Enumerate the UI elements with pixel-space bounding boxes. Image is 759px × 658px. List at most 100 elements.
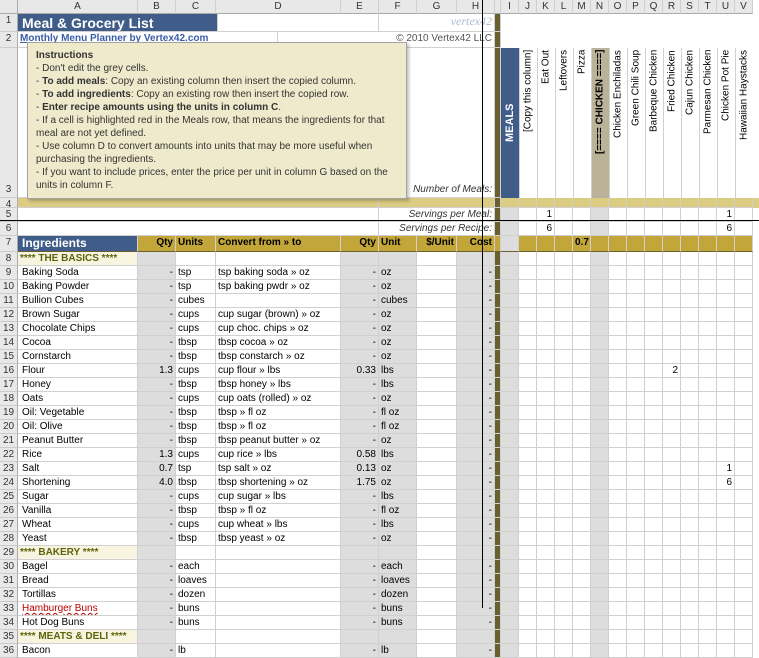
ingredient-units[interactable] — [176, 546, 216, 560]
recipe-cell[interactable] — [573, 350, 591, 364]
recipe-cell[interactable] — [663, 546, 681, 560]
recipe-cell[interactable] — [555, 406, 573, 420]
recipe-cell[interactable] — [519, 252, 537, 266]
recipe-cell[interactable] — [609, 504, 627, 518]
recipe-cell[interactable] — [519, 532, 537, 546]
recipe-cell[interactable] — [519, 574, 537, 588]
recipe-cell[interactable] — [537, 588, 555, 602]
ingredient-units[interactable]: cups — [176, 392, 216, 406]
recipe-cell[interactable] — [699, 504, 717, 518]
ingredient-name[interactable]: Cocoa — [18, 336, 138, 350]
recipe-cell[interactable] — [681, 476, 699, 490]
recipe-cell[interactable] — [591, 308, 609, 322]
recipe-cell[interactable] — [627, 378, 645, 392]
recipe-cell[interactable] — [645, 322, 663, 336]
recipe-cell[interactable] — [609, 392, 627, 406]
recipe-cell[interactable] — [609, 476, 627, 490]
recipe-cell[interactable] — [609, 518, 627, 532]
meal-column-header[interactable]: Barbeque Chicken — [645, 48, 663, 198]
recipe-cell[interactable] — [519, 504, 537, 518]
recipe-cell[interactable] — [663, 518, 681, 532]
ingredient-name[interactable]: Baking Soda — [18, 266, 138, 280]
recipe-cell[interactable] — [609, 644, 627, 658]
recipe-cell[interactable] — [627, 588, 645, 602]
recipe-cell[interactable] — [555, 504, 573, 518]
recipe-cell[interactable] — [519, 448, 537, 462]
ingredient-units[interactable]: cups — [176, 448, 216, 462]
recipe-cell[interactable] — [663, 420, 681, 434]
recipe-cell[interactable] — [609, 406, 627, 420]
recipe-cell[interactable] — [663, 252, 681, 266]
recipe-cell[interactable] — [519, 462, 537, 476]
recipe-cell[interactable] — [699, 574, 717, 588]
recipe-cell[interactable] — [573, 616, 591, 630]
recipe-cell[interactable] — [537, 336, 555, 350]
meal-column-header[interactable]: Hawaiian Haystacks — [735, 48, 753, 198]
ingredient-convert[interactable] — [216, 560, 341, 574]
recipe-cell[interactable] — [609, 434, 627, 448]
recipe-cell[interactable] — [645, 644, 663, 658]
ingredient-name[interactable]: Shortening — [18, 476, 138, 490]
recipe-cell[interactable] — [627, 560, 645, 574]
recipe-cell[interactable] — [627, 350, 645, 364]
recipe-cell[interactable] — [717, 392, 735, 406]
ingredient-units[interactable]: cups — [176, 490, 216, 504]
recipe-cell[interactable] — [573, 252, 591, 266]
ingredient-name[interactable]: Oil: Olive — [18, 420, 138, 434]
recipe-cell[interactable] — [717, 602, 735, 616]
ingredient-price[interactable] — [417, 476, 457, 490]
ingredient-convert[interactable]: tsp baking pwdr » oz — [216, 280, 341, 294]
ingredient-price[interactable] — [417, 280, 457, 294]
recipe-cell[interactable] — [519, 364, 537, 378]
ingredient-price[interactable] — [417, 252, 457, 266]
recipe-cell[interactable] — [627, 406, 645, 420]
meal-column-header[interactable]: Parmesan Chicken — [699, 48, 717, 198]
recipe-cell[interactable] — [627, 504, 645, 518]
recipe-cell[interactable] — [735, 364, 753, 378]
recipe-cell[interactable] — [681, 504, 699, 518]
recipe-cell[interactable] — [699, 448, 717, 462]
recipe-cell[interactable] — [519, 630, 537, 644]
recipe-cell[interactable] — [591, 378, 609, 392]
recipe-cell[interactable] — [591, 602, 609, 616]
recipe-cell[interactable] — [699, 490, 717, 504]
meal-column-header[interactable]: Leftovers — [555, 48, 573, 198]
recipe-cell[interactable] — [627, 434, 645, 448]
recipe-cell[interactable] — [537, 280, 555, 294]
recipe-cell[interactable] — [537, 378, 555, 392]
ingredient-name[interactable]: Baking Powder — [18, 280, 138, 294]
recipe-cell[interactable] — [717, 420, 735, 434]
recipe-cell[interactable] — [555, 546, 573, 560]
recipe-cell[interactable] — [645, 462, 663, 476]
recipe-cell[interactable] — [591, 252, 609, 266]
select-all-corner[interactable] — [0, 0, 18, 14]
recipe-cell[interactable] — [591, 280, 609, 294]
ingredient-name[interactable]: Hot Dog Buns — [18, 616, 138, 630]
meal-column-header[interactable]: Pizza — [573, 48, 591, 198]
recipe-cell[interactable] — [699, 406, 717, 420]
recipe-cell[interactable] — [591, 630, 609, 644]
recipe-cell[interactable] — [645, 546, 663, 560]
recipe-cell[interactable] — [573, 434, 591, 448]
recipe-cell[interactable] — [555, 448, 573, 462]
recipe-cell[interactable] — [591, 420, 609, 434]
recipe-cell[interactable] — [555, 266, 573, 280]
recipe-cell[interactable] — [681, 644, 699, 658]
recipe-cell[interactable] — [663, 630, 681, 644]
recipe-cell[interactable] — [699, 420, 717, 434]
recipe-cell[interactable] — [699, 350, 717, 364]
recipe-cell[interactable] — [555, 490, 573, 504]
ingredient-units[interactable]: tbsp — [176, 378, 216, 392]
recipe-cell[interactable] — [555, 364, 573, 378]
ingredient-units[interactable]: cups — [176, 322, 216, 336]
recipe-cell[interactable] — [573, 574, 591, 588]
recipe-cell[interactable] — [717, 406, 735, 420]
recipe-cell[interactable] — [609, 448, 627, 462]
recipe-cell[interactable] — [663, 574, 681, 588]
recipe-cell[interactable] — [663, 322, 681, 336]
recipe-cell[interactable] — [555, 630, 573, 644]
ingredient-name[interactable]: Oil: Vegetable — [18, 406, 138, 420]
recipe-cell[interactable] — [537, 518, 555, 532]
recipe-cell[interactable] — [717, 504, 735, 518]
recipe-cell[interactable] — [663, 280, 681, 294]
